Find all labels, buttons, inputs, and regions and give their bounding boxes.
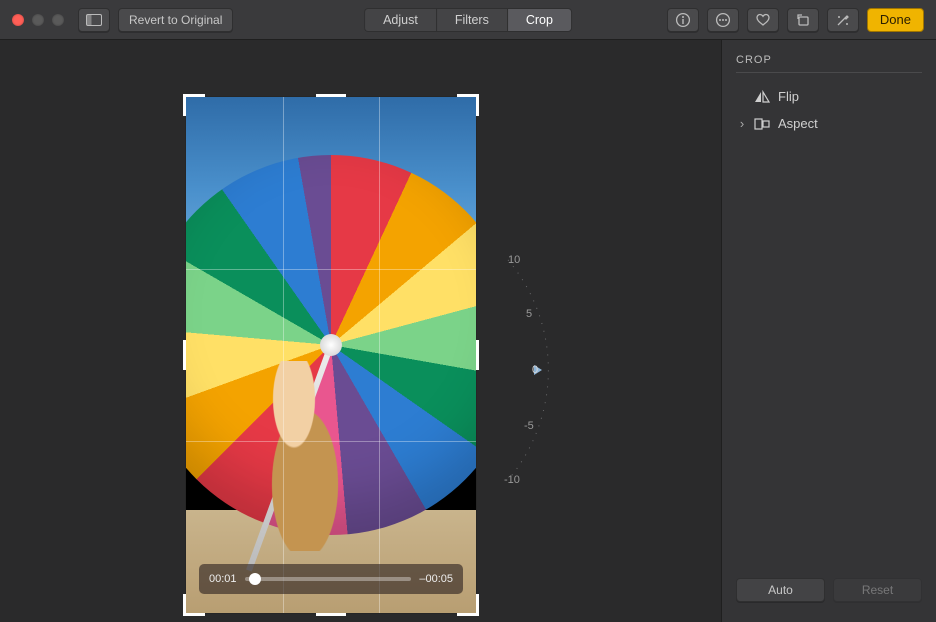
favorite-button[interactable] [747,8,779,32]
done-button[interactable]: Done [867,8,924,32]
tab-crop[interactable]: Crop [507,8,572,32]
dial-indicator-icon [534,365,542,375]
crop-handle-bottom-left[interactable] [183,594,205,616]
aspect-row[interactable]: › Aspect [736,110,922,137]
crop-handle-bottom[interactable] [316,613,346,616]
crop-handle-top-right[interactable] [457,94,479,116]
minimize-window-button[interactable] [32,14,44,26]
window-controls [12,14,64,26]
tab-adjust[interactable]: Adjust [364,8,436,32]
dial-tick-label: -5 [524,420,534,432]
aspect-label: Aspect [778,116,818,131]
fullscreen-window-button[interactable] [52,14,64,26]
crop-sidebar: CROP Flip › Aspect Auto Reset [721,40,936,622]
crop-handle-top[interactable] [316,94,346,97]
revert-to-original-button[interactable]: Revert to Original [118,8,233,32]
straighten-dial[interactable]: 10 5 0 -5 -10 [478,240,618,500]
chevron-right-icon: › [738,116,746,131]
editor-canvas-area: 00:01 –00:05 10 5 0 -5 -10 [0,40,721,622]
auto-button[interactable]: Auto [736,578,825,602]
rotate-button[interactable] [787,8,819,32]
reset-button[interactable]: Reset [833,578,922,602]
crop-frame[interactable]: 00:01 –00:05 [185,96,477,614]
dial-tick-label: 0 [532,364,538,376]
sidebar-footer: Auto Reset [736,578,922,608]
tab-filters[interactable]: Filters [436,8,507,32]
flip-label: Flip [778,89,799,104]
more-button[interactable] [707,8,739,32]
dial-tick-label: 5 [526,308,532,320]
auto-enhance-button[interactable] [827,8,859,32]
done-label: Done [880,12,911,27]
spacer [738,89,746,104]
close-window-button[interactable] [12,14,24,26]
crop-handle-bottom-right[interactable] [457,594,479,616]
crop-handle-right[interactable] [476,340,479,370]
trim-playhead[interactable] [249,573,261,585]
crop-handle-left[interactable] [183,340,186,370]
flip-icon [754,90,770,104]
flip-row[interactable]: Flip [736,83,922,110]
trim-elapsed-label: 00:01 [209,573,237,585]
revert-label: Revert to Original [129,13,222,27]
video-trim-bar[interactable]: 00:01 –00:05 [199,564,463,594]
sidebar-title: CROP [736,54,922,73]
trim-remaining-label: –00:05 [419,573,453,585]
dial-tick-label: -10 [504,474,520,486]
sidebar-toggle-button[interactable] [78,8,110,32]
trim-track[interactable] [245,577,412,581]
titlebar: Revert to Original Adjust Filters Crop D… [0,0,936,40]
dial-tick-label: 10 [508,254,520,266]
edit-mode-tabs: Adjust Filters Crop [364,8,572,32]
aspect-icon [754,117,770,131]
info-button[interactable] [667,8,699,32]
crop-handle-top-left[interactable] [183,94,205,116]
photo-preview [185,96,477,614]
